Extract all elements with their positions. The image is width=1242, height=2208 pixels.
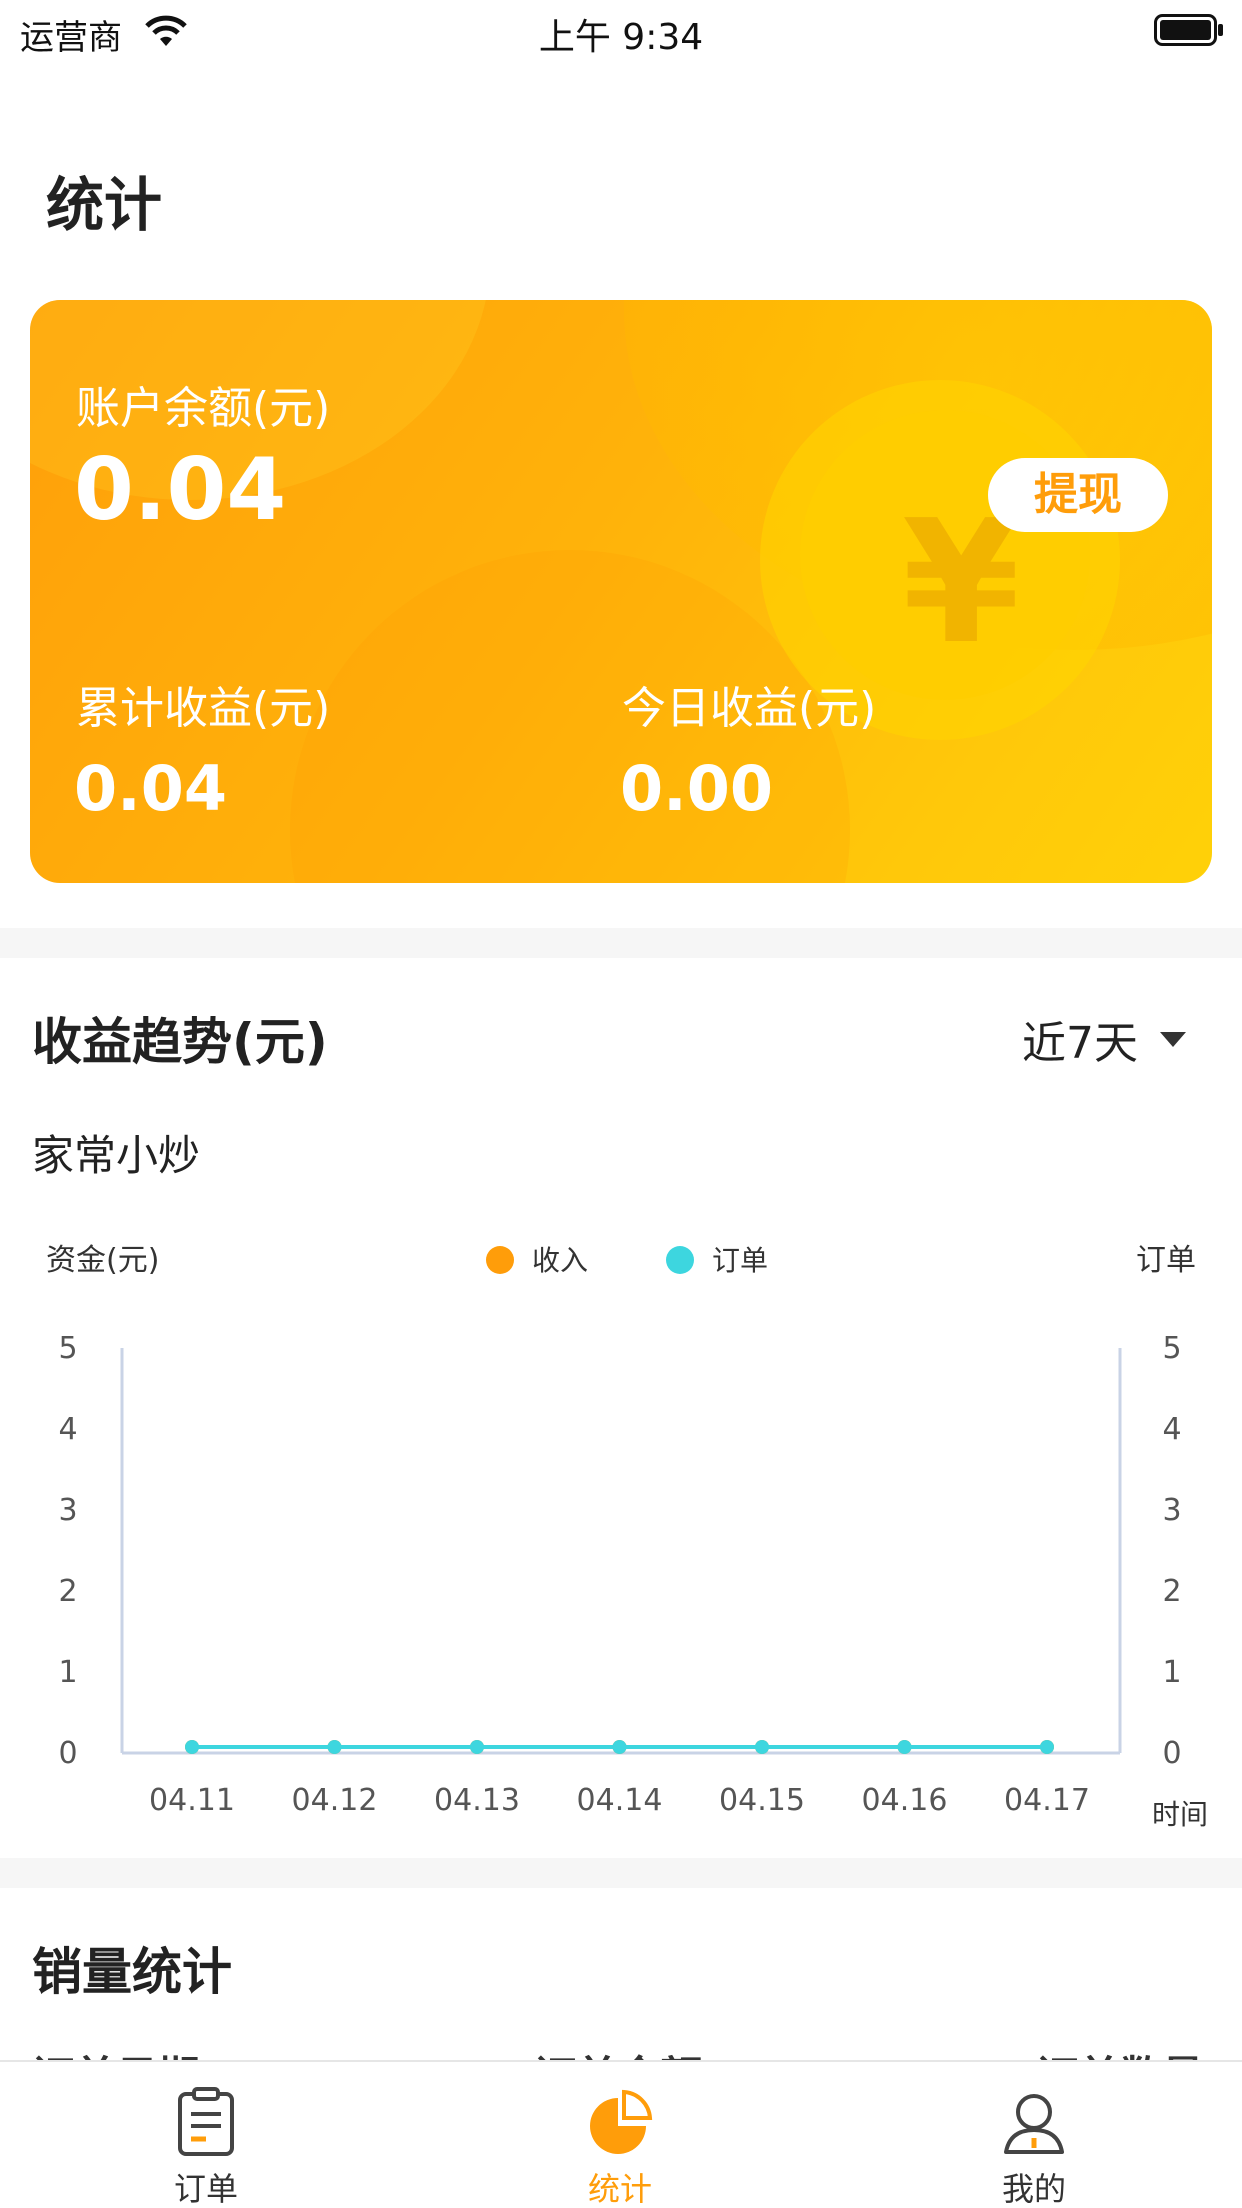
x-tick-label: 04.16 [862, 1783, 948, 1818]
status-bar: 运营商 上午 9:34 [0, 0, 1242, 62]
balance-card: ¥ 账户余额(元) 0.04 提现 累计收益(元) 0.04 今日收益(元) 0… [30, 300, 1212, 883]
x-tick-label: 04.14 [577, 1783, 663, 1818]
sales-title: 销量统计 [32, 1943, 232, 2001]
withdraw-button[interactable]: 提现 [988, 458, 1168, 532]
y-tick-label-right: 0 [1162, 1736, 1181, 1771]
data-point [327, 1740, 342, 1754]
data-point [1040, 1740, 1054, 1754]
person-icon [1004, 2094, 1064, 2154]
section-divider [0, 1858, 1242, 1888]
balance-label: 账户余额(元) [76, 383, 331, 434]
clipboard-icon [178, 2087, 234, 2156]
legend-swatch [666, 1246, 694, 1274]
legend-label: 收入 [532, 1244, 588, 1277]
date-range-dropdown[interactable]: 近7天 [1022, 1007, 1186, 1071]
total-earnings-value: 0.04 [74, 752, 227, 825]
y-tick-label-right: 4 [1162, 1412, 1181, 1447]
today-earnings-value: 0.00 [620, 752, 773, 825]
chart-legend: 收入 订单 [486, 1244, 768, 1277]
tab-label: 我的 [1001, 2170, 1066, 2208]
x-tick-label: 04.15 [719, 1783, 805, 1818]
y-tick-label-left: 0 [58, 1736, 77, 1771]
x-axis-label: 时间 [1152, 1798, 1208, 1831]
x-tick-label: 04.13 [434, 1783, 520, 1818]
data-point [897, 1740, 912, 1754]
tab-statistics[interactable]: 统计 [520, 2062, 720, 2208]
y-tick-label-left: 5 [58, 1331, 77, 1366]
tab-profile[interactable]: 我的 [934, 2062, 1134, 2208]
battery-icon [1154, 14, 1223, 46]
x-tick-label: 04.12 [292, 1783, 378, 1818]
data-point [185, 1740, 199, 1754]
legend-label: 订单 [712, 1244, 768, 1277]
balance-value: 0.04 [74, 440, 287, 540]
y-tick-label-right: 1 [1162, 1655, 1181, 1690]
shop-name: 家常小炒 [32, 1131, 201, 1180]
x-tick-label: 04.11 [149, 1783, 235, 1818]
clock: 上午 9:34 [538, 17, 704, 58]
x-tick-label: 04.17 [1004, 1783, 1090, 1818]
caret-down-icon [1160, 1031, 1186, 1047]
y-axis-right-label: 订单 [1136, 1243, 1196, 1278]
data-point [470, 1740, 484, 1754]
tab-orders[interactable]: 订单 [106, 2062, 306, 2208]
section-divider [0, 928, 1242, 958]
y-tick-label-left: 1 [58, 1655, 77, 1690]
today-earnings-label: 今日收益(元) [622, 683, 877, 734]
total-earnings-label: 累计收益(元) [76, 683, 331, 734]
tab-label: 订单 [173, 2170, 238, 2208]
earnings-trend-chart: 资金(元) 订单 收入 订单 0 0 1 1 2 2 3 3 4 4 5 5 04.11 04.12 04.1… [46, 1243, 1208, 1831]
tab-bar: 订单 统计 我的 [0, 2060, 1242, 2208]
y-tick-label-left: 3 [58, 1493, 77, 1528]
page-title: 统计 [46, 171, 163, 239]
y-tick-label-right: 2 [1162, 1574, 1181, 1609]
y-tick-label-left: 2 [58, 1574, 77, 1609]
pie-chart-icon [590, 2089, 653, 2154]
y-tick-label-right: 5 [1162, 1331, 1181, 1366]
legend-swatch [486, 1246, 514, 1274]
date-range-label: 近7天 [1022, 1018, 1138, 1069]
trend-title: 收益趋势(元) [32, 1013, 328, 1071]
y-axis-left-label: 资金(元) [46, 1243, 159, 1278]
tab-label: 统计 [587, 2170, 652, 2208]
y-tick-label-left: 4 [58, 1412, 77, 1447]
data-point [612, 1740, 627, 1754]
data-point [755, 1740, 769, 1754]
y-tick-label-right: 3 [1162, 1493, 1181, 1528]
